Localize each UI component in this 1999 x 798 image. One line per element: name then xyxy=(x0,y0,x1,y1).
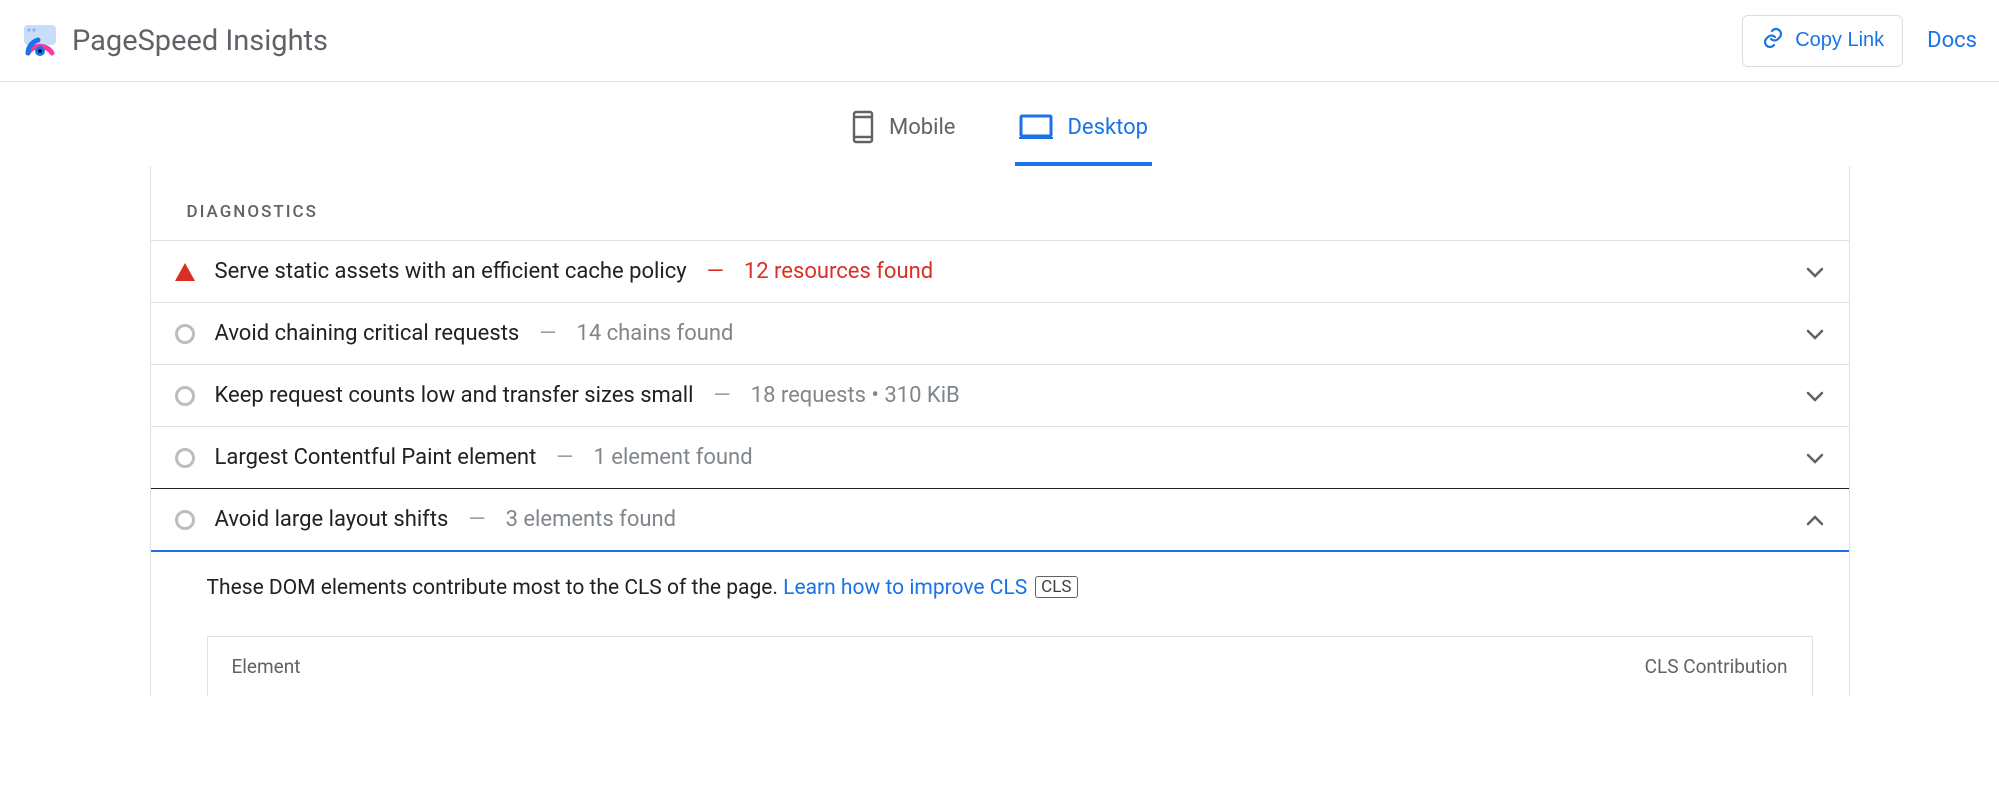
diagnostic-row[interactable]: Serve static assets with an efficient ca… xyxy=(151,240,1849,302)
diagnostic-row[interactable]: Avoid chaining critical requests — 14 ch… xyxy=(151,302,1849,364)
cls-col-element: Element xyxy=(232,655,301,678)
app-title: PageSpeed Insights xyxy=(72,24,328,58)
chevron-down-icon xyxy=(1805,386,1825,406)
diagnostic-detail: 18 requests • 310 KiB xyxy=(751,383,960,408)
link-icon xyxy=(1761,26,1785,56)
chevron-down-icon xyxy=(1805,324,1825,344)
tab-mobile[interactable]: Mobile xyxy=(847,100,959,166)
neutral-circle-icon xyxy=(175,448,195,468)
diagnostic-detail: 1 element found xyxy=(593,445,752,470)
chevron-up-icon xyxy=(1805,510,1825,530)
diagnostic-separator: — xyxy=(714,383,731,408)
neutral-circle-icon xyxy=(175,386,195,406)
copy-link-button[interactable]: Copy Link xyxy=(1742,15,1903,67)
cls-description: These DOM elements contribute most to th… xyxy=(207,576,784,600)
copy-link-label: Copy Link xyxy=(1795,29,1884,52)
diagnostic-row[interactable]: Keep request counts low and transfer siz… xyxy=(151,364,1849,426)
cls-table: Element CLS Contribution xyxy=(207,636,1813,696)
header-right: Copy Link Docs xyxy=(1742,15,1977,67)
tab-desktop-label: Desktop xyxy=(1067,115,1148,140)
diagnostic-title: Largest Contentful Paint element xyxy=(215,445,537,470)
cls-badge: CLS xyxy=(1035,576,1077,598)
diagnostic-separator: — xyxy=(556,445,573,470)
diagnostic-title: Serve static assets with an efficient ca… xyxy=(215,259,687,284)
chevron-down-icon xyxy=(1805,448,1825,468)
diagnostic-separator: — xyxy=(468,507,485,532)
header: PageSpeed Insights Copy Link Docs xyxy=(0,0,1999,82)
header-left: PageSpeed Insights xyxy=(22,23,328,59)
pagespeed-logo-icon xyxy=(22,23,58,59)
diagnostic-expanded-body: These DOM elements contribute most to th… xyxy=(151,552,1849,696)
diagnostics-section-title: DIAGNOSTICS xyxy=(151,202,1849,240)
device-tabs: Mobile Desktop xyxy=(0,82,1999,166)
neutral-circle-icon xyxy=(175,324,195,344)
diagnostic-title: Keep request counts low and transfer siz… xyxy=(215,383,694,408)
diagnostic-row[interactable]: Largest Contentful Paint element — 1 ele… xyxy=(151,426,1849,488)
fail-triangle-icon xyxy=(175,262,195,282)
desktop-icon xyxy=(1019,114,1053,140)
tab-mobile-label: Mobile xyxy=(889,115,955,140)
diagnostic-separator: — xyxy=(707,259,724,284)
cls-col-contribution: CLS Contribution xyxy=(1645,655,1788,678)
diagnostic-title: Avoid large layout shifts xyxy=(215,507,449,532)
docs-link[interactable]: Docs xyxy=(1927,28,1977,53)
mobile-icon xyxy=(851,110,875,144)
chevron-down-icon xyxy=(1805,262,1825,282)
cls-table-header: Element CLS Contribution xyxy=(208,637,1812,696)
diagnostic-detail: 14 chains found xyxy=(576,321,733,346)
diagnostic-detail: 12 resources found xyxy=(744,259,933,284)
content-frame: DIAGNOSTICS Serve static assets with an … xyxy=(150,166,1850,696)
diagnostic-title: Avoid chaining critical requests xyxy=(215,321,520,346)
learn-cls-link[interactable]: Learn how to improve CLS xyxy=(783,576,1027,600)
diagnostic-separator: — xyxy=(539,321,556,346)
neutral-circle-icon xyxy=(175,510,195,530)
diagnostic-detail: 3 elements found xyxy=(506,507,677,532)
tab-desktop[interactable]: Desktop xyxy=(1015,100,1152,166)
diagnostic-row[interactable]: Avoid large layout shifts — 3 elements f… xyxy=(151,488,1849,552)
